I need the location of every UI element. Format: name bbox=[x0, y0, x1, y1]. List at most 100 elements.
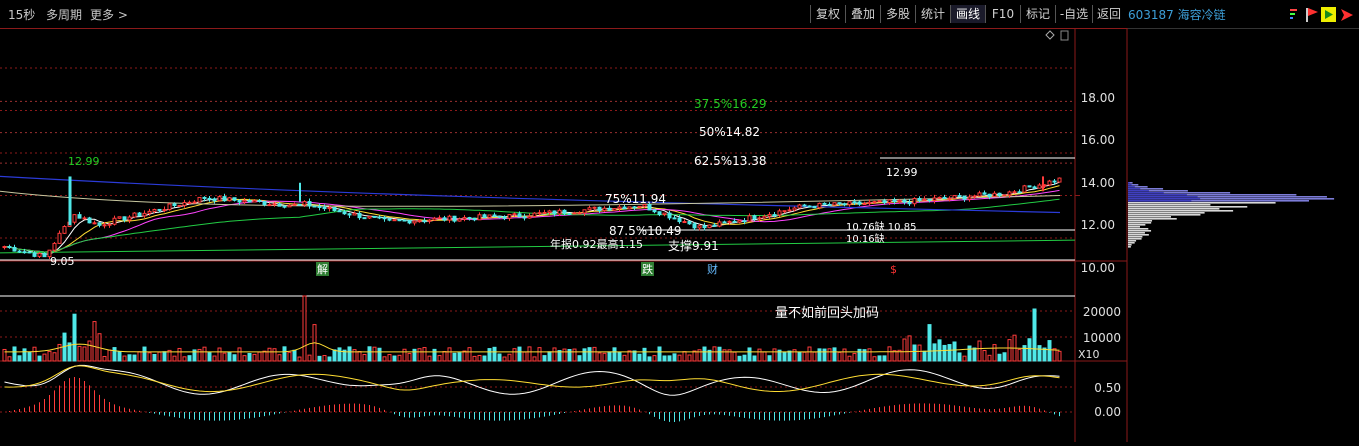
draw-line-button[interactable]: 画线 bbox=[950, 5, 985, 23]
volume-bar bbox=[127, 354, 132, 362]
volume-bar bbox=[492, 346, 497, 362]
volume-bar bbox=[867, 348, 872, 362]
volume-bar bbox=[232, 354, 237, 362]
candle-body bbox=[912, 198, 917, 205]
candle-body bbox=[167, 203, 172, 211]
candle-body bbox=[292, 203, 297, 206]
profile-bar bbox=[1128, 204, 1211, 206]
indicator-tick: 0.50 bbox=[1094, 381, 1121, 395]
remove-watchlist-button[interactable]: -自选 bbox=[1055, 5, 1092, 23]
scroll-handle[interactable] bbox=[1060, 30, 1069, 41]
candle-body bbox=[487, 214, 492, 218]
candle-body bbox=[942, 196, 947, 199]
volume-profile bbox=[1128, 182, 1335, 248]
price-tick: 10.00 bbox=[1081, 261, 1115, 275]
volume-bar bbox=[552, 347, 557, 362]
volume-bar bbox=[642, 347, 647, 362]
volume-bar bbox=[162, 351, 167, 362]
price-tick: 16.00 bbox=[1081, 133, 1115, 147]
event-markers[interactable]: 解 跌 财 $ bbox=[316, 262, 897, 276]
stats-button[interactable]: 统计 bbox=[915, 5, 950, 23]
candle-body bbox=[962, 195, 967, 200]
flag-icon[interactable] bbox=[1306, 8, 1318, 22]
candle-body bbox=[72, 214, 77, 223]
volume-bar bbox=[207, 352, 212, 362]
indicator-tick: 0.00 bbox=[1094, 405, 1121, 419]
candle-body bbox=[542, 211, 547, 214]
candle-body bbox=[872, 201, 877, 204]
candle-body bbox=[207, 197, 212, 200]
volume-bar bbox=[272, 348, 277, 362]
candle-body bbox=[297, 203, 302, 206]
candle-body bbox=[12, 246, 17, 252]
candle-body bbox=[897, 199, 902, 203]
volume-bar bbox=[87, 340, 92, 362]
volume-bar bbox=[462, 350, 467, 362]
f10-button[interactable]: F10 bbox=[985, 5, 1020, 23]
volume-unit: X10 bbox=[1078, 348, 1100, 361]
volume-bar bbox=[417, 348, 422, 362]
candle-body bbox=[447, 215, 452, 221]
volume-bar bbox=[767, 355, 772, 362]
more-menu[interactable]: 更多 > bbox=[90, 6, 128, 23]
candle-body bbox=[987, 193, 992, 197]
candle-body bbox=[517, 213, 522, 218]
candle-body bbox=[612, 208, 617, 211]
candle-body bbox=[602, 207, 607, 212]
overlay-button[interactable]: 叠加 bbox=[845, 5, 880, 23]
volume-bar bbox=[802, 351, 807, 362]
candle-body bbox=[992, 192, 997, 197]
volume-bar bbox=[957, 352, 962, 362]
sort-icon[interactable] bbox=[1290, 9, 1297, 19]
volume-bar bbox=[42, 353, 47, 362]
candle-body bbox=[1037, 184, 1042, 189]
event-dollar-marker: $ bbox=[890, 263, 897, 276]
candle-body bbox=[317, 205, 322, 208]
volume-bar bbox=[292, 349, 297, 362]
multi-period[interactable]: 多周期 bbox=[46, 6, 82, 23]
period-15s[interactable]: 15秒 bbox=[8, 6, 35, 23]
volume-bar bbox=[147, 352, 152, 362]
volume-bar bbox=[757, 348, 762, 362]
chart-svg[interactable]: 18.00 16.00 14.00 12.00 10.00 20000 1000… bbox=[0, 28, 1359, 442]
volume-bar bbox=[242, 355, 247, 362]
candle-body bbox=[152, 208, 157, 212]
volume-bar bbox=[267, 347, 272, 362]
volume-bar bbox=[442, 351, 447, 362]
profile-bar bbox=[1128, 218, 1177, 220]
candle-body bbox=[472, 217, 477, 221]
arrow-icon[interactable] bbox=[1341, 9, 1353, 21]
play-icon[interactable] bbox=[1321, 7, 1336, 22]
volume-bar bbox=[47, 350, 52, 362]
volume-bar bbox=[832, 347, 837, 362]
profile-bar-core bbox=[1128, 192, 1164, 194]
candle-body bbox=[17, 250, 22, 253]
candle-body bbox=[507, 214, 512, 219]
profile-bar bbox=[1128, 244, 1132, 246]
candle-body bbox=[1022, 185, 1027, 193]
diamond-icon[interactable] bbox=[1045, 30, 1055, 40]
volume-bar bbox=[502, 356, 507, 362]
volume-bar bbox=[882, 355, 887, 362]
chart-area[interactable]: 18.00 16.00 14.00 12.00 10.00 20000 1000… bbox=[0, 28, 1359, 442]
candle-body bbox=[202, 196, 207, 199]
candle-body bbox=[337, 210, 342, 213]
candle-body bbox=[272, 203, 277, 206]
candle-body bbox=[457, 218, 462, 222]
volume-bar bbox=[182, 356, 187, 362]
candle-body bbox=[572, 212, 577, 215]
restore-rights-button[interactable]: 复权 bbox=[810, 5, 845, 23]
volume-bar bbox=[1002, 352, 1007, 362]
candle-body bbox=[282, 205, 287, 208]
volume-bar bbox=[872, 356, 877, 362]
mark-button[interactable]: 标记 bbox=[1020, 5, 1055, 23]
volume-bar bbox=[967, 345, 972, 362]
volume-bar bbox=[942, 344, 947, 362]
volume-bar bbox=[172, 355, 177, 362]
fib-label: 37.5%16.29 bbox=[694, 97, 766, 111]
multi-stock-button[interactable]: 多股 bbox=[880, 5, 915, 23]
candle-body bbox=[677, 217, 682, 223]
back-button[interactable]: 返回 bbox=[1092, 5, 1125, 23]
volume-bar bbox=[862, 349, 867, 362]
candle-body bbox=[62, 226, 67, 234]
